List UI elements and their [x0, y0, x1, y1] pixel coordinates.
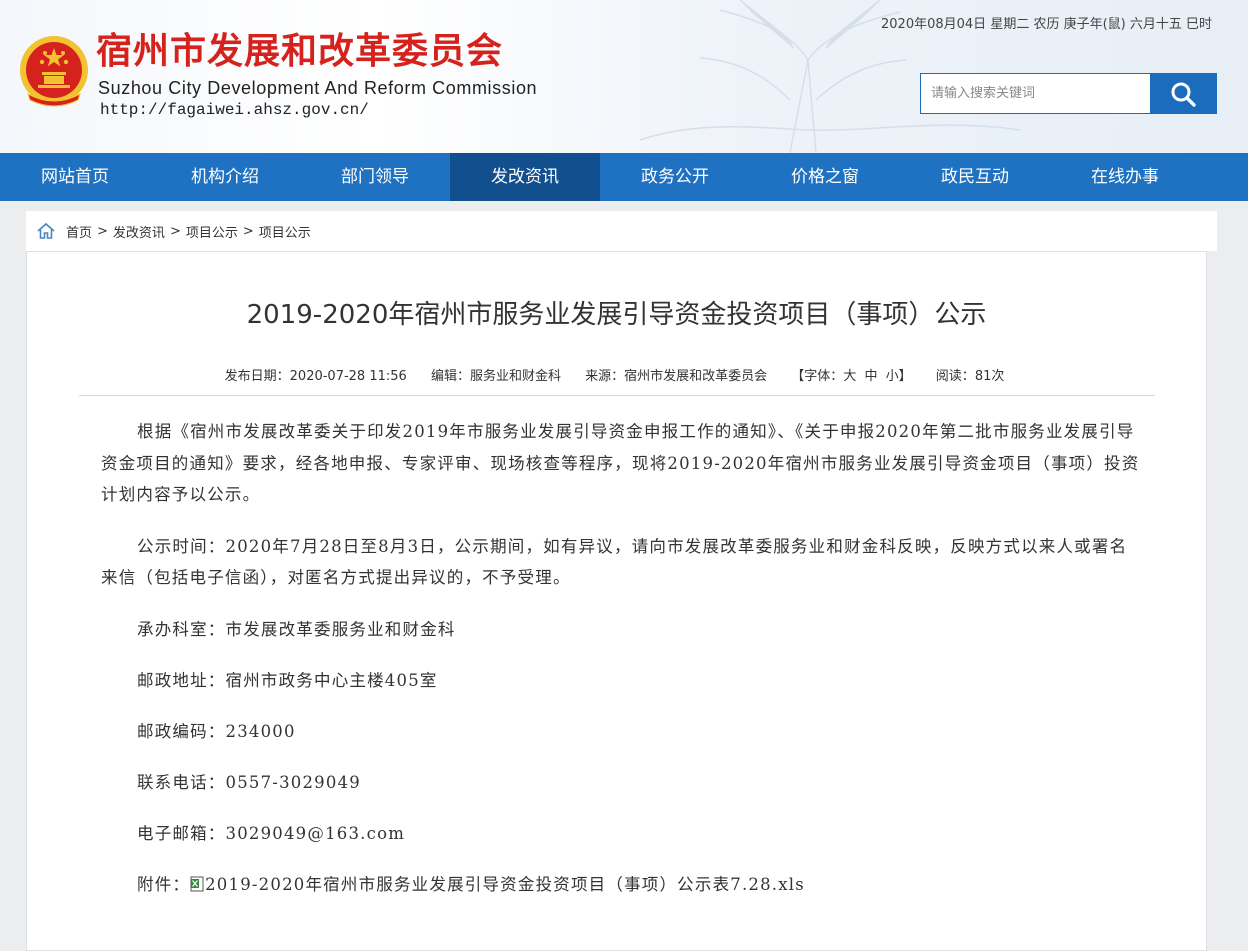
nav-item-about[interactable]: 机构介绍 [150, 153, 300, 201]
excel-file-icon [190, 876, 204, 891]
font-size-label: 【字体： [791, 369, 844, 384]
nav-item-leaders[interactable]: 部门领导 [300, 153, 450, 201]
attachment-link[interactable]: 2019-2020年宿州市服务业发展引导资金投资项目（事项）公示表7.28.xl… [205, 875, 805, 894]
source: 宿州市发展和改革委员会 [624, 369, 768, 384]
nav-item-online-services[interactable]: 在线办事 [1050, 153, 1200, 201]
meta-divider [79, 395, 1155, 396]
editor: 服务业和财金科 [469, 369, 561, 384]
search-box [920, 73, 1217, 114]
font-size-label-close: 】 [898, 369, 912, 384]
site-title: 宿州市发展和改革委员会 [96, 31, 504, 72]
article-body: 根据《宿州市发展改革委关于印发2019年市服务业发展引导资金申报工作的通知》、《… [101, 416, 1141, 920]
breadcrumb-separator: > [242, 223, 254, 239]
nav-item-price-window[interactable]: 价格之窗 [750, 153, 900, 201]
article-title: 2019-2020年宿州市服务业发展引导资金投资项目（事项）公示 [246, 300, 987, 330]
attachment-label: 附件： [137, 874, 191, 894]
article-meta: 发布日期：2020-07-28 11:56 编辑：服务业和财金科 来源：宿州市发… [27, 365, 1206, 384]
breadcrumb-project-notice[interactable]: 项目公示 [186, 222, 238, 241]
reads-count: 81次 [974, 369, 1005, 384]
paragraph-basis: 根据《宿州市发展改革委关于印发2019年市服务业发展引导资金申报工作的通知》、《… [101, 422, 1140, 504]
breadcrumb-current[interactable]: 项目公示 [259, 222, 311, 241]
search-input[interactable] [921, 74, 1150, 113]
paragraph-notice-period: 公示时间：2020年7月28日至8月3日，公示期间，如有异议，请向市发展改革委服… [101, 536, 1128, 588]
line-department: 承办科室：市发展改革委服务业和财金科 [137, 619, 456, 639]
line-email: 电子邮箱：3029049@163.com [137, 823, 406, 843]
font-size-small[interactable]: 小 [886, 369, 899, 384]
breadcrumb-home[interactable]: 首页 [66, 222, 92, 241]
line-postal-code: 邮政编码：234000 [137, 721, 296, 741]
editor-label: 编辑： [430, 369, 470, 384]
search-icon [1171, 82, 1196, 107]
article-panel: 2019-2020年宿州市服务业发展引导资金投资项目（事项）公示 发布日期：20… [26, 251, 1207, 951]
breadcrumb-separator: > [169, 223, 181, 239]
font-size-medium[interactable]: 中 [864, 369, 877, 384]
source-label: 来源： [585, 369, 625, 384]
breadcrumb-news[interactable]: 发改资讯 [113, 222, 165, 241]
attachment-line: 附件： 2019-2020年宿州市服务业发展引导资金投资项目（事项）公示表7.2… [101, 869, 1141, 901]
line-postal-address: 邮政地址：宿州市政务中心主楼405室 [137, 670, 438, 690]
publish-date-label: 发布日期： [224, 369, 290, 384]
nav-item-news[interactable]: 发改资讯 [450, 153, 600, 201]
site-url[interactable]: http://fagaiwei.ahsz.gov.cn/ [100, 101, 369, 119]
site-subtitle-en: Suzhou City Development And Reform Commi… [98, 78, 538, 98]
nav-item-interaction[interactable]: 政民互动 [900, 153, 1050, 201]
line-phone: 联系电话：0557-3029049 [137, 772, 361, 792]
site-header: 宿州市发展和改革委员会 Suzhou City Development And … [0, 0, 1248, 153]
reads-label: 阅读： [935, 369, 975, 384]
home-icon [37, 222, 55, 239]
font-size-large[interactable]: 大 [843, 369, 856, 384]
publish-date: 2020-07-28 11:56 [289, 369, 407, 384]
breadcrumb-separator: > [97, 223, 108, 239]
nav-item-home[interactable]: 网站首页 [0, 153, 150, 201]
breadcrumb: 首页 > 发改资讯 > 项目公示 > 项目公示 [26, 211, 1217, 251]
nav-item-government-affairs[interactable]: 政务公开 [600, 153, 750, 201]
date-line: 2020年08月04日 星期二 农历 庚子年(鼠) 六月十五 巳时 [881, 17, 1212, 32]
national-emblem-icon [20, 36, 88, 107]
search-button[interactable] [1150, 74, 1216, 113]
main-nav: 网站首页 机构介绍 部门领导 发改资讯 政务公开 价格之窗 政民互动 在线办事 [0, 153, 1248, 201]
